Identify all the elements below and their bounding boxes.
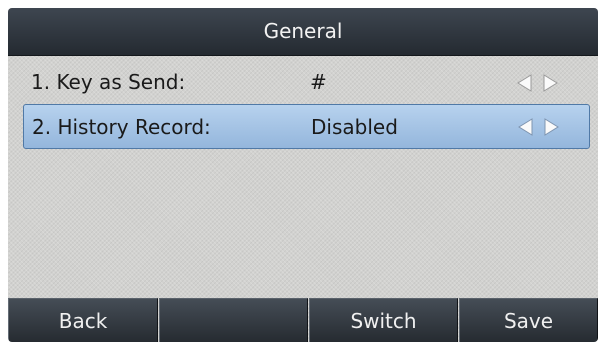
softkey-bar: Back Switch Save	[8, 298, 598, 342]
setting-value: Disabled	[311, 115, 398, 139]
setting-label: 1. Key as Send:	[31, 70, 186, 94]
setting-row-history-record[interactable]: 2. History Record: Disabled	[23, 104, 590, 149]
page-title: General	[8, 8, 598, 56]
setting-row-key-as-send[interactable]: 1. Key as Send: #	[23, 60, 590, 105]
setting-value: #	[310, 70, 327, 94]
save-button[interactable]: Save	[459, 298, 598, 342]
phone-screen: General 1. Key as Send: # 2. History Rec…	[8, 8, 598, 342]
back-button[interactable]: Back	[8, 298, 158, 342]
left-right-arrows-icon[interactable]	[517, 118, 577, 136]
left-right-arrows-icon[interactable]	[516, 74, 576, 92]
switch-button[interactable]: Switch	[309, 298, 458, 342]
setting-label: 2. History Record:	[32, 115, 211, 139]
empty-softkey[interactable]	[159, 298, 308, 342]
